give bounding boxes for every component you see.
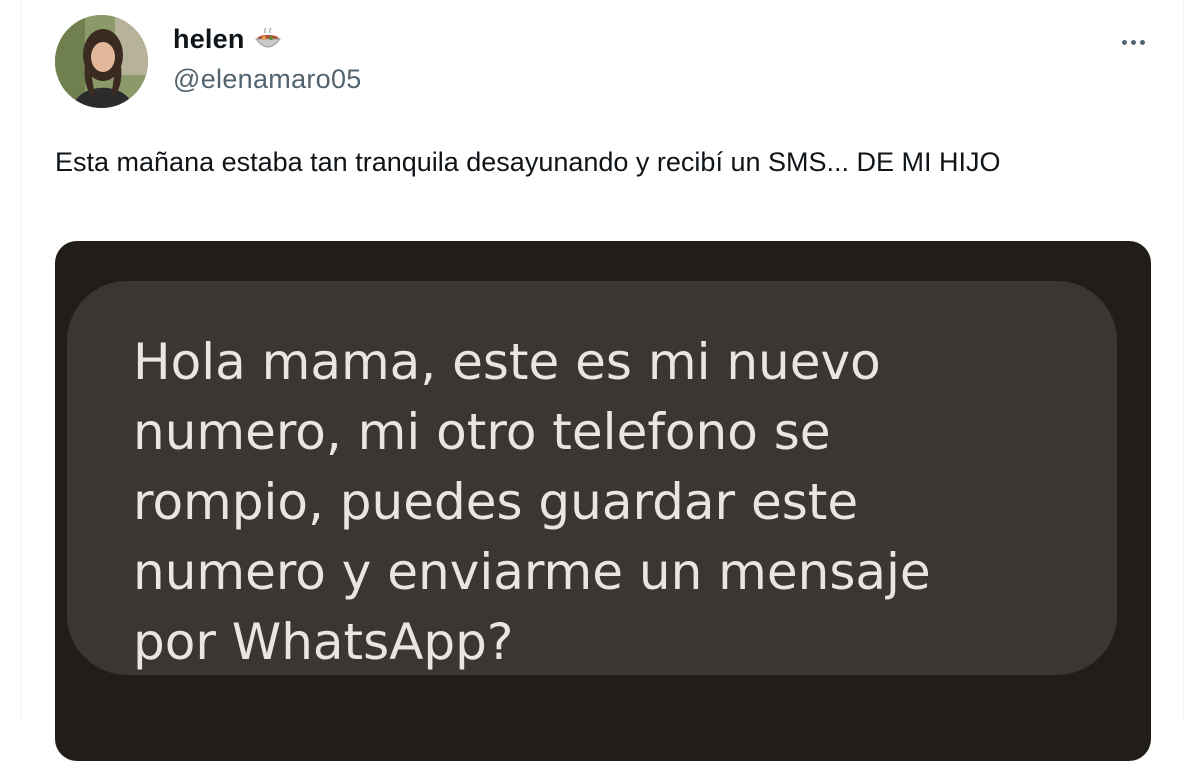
display-name[interactable]: helen xyxy=(173,24,245,55)
more-horizontal-icon xyxy=(1121,39,1127,45)
tweet-media-image[interactable]: Hola mama, este es mi nuevo numero, mi o… xyxy=(55,241,1151,761)
avatar-photo xyxy=(55,15,148,108)
tweet-text: Esta mañana estaba tan tranquila desayun… xyxy=(55,147,1001,177)
more-options-button[interactable] xyxy=(1113,28,1153,56)
stew-bowl-icon xyxy=(253,25,283,55)
author-handle[interactable]: @elenamaro05 xyxy=(173,64,362,95)
sms-message-bubble: Hola mama, este es mi nuevo numero, mi o… xyxy=(67,281,1117,675)
sms-message-text: Hola mama, este es mi nuevo numero, mi o… xyxy=(133,333,931,671)
avatar[interactable] xyxy=(55,15,148,108)
more-dot xyxy=(1139,39,1145,45)
tweet-card[interactable]: helen @elenamaro05 Esta mañana estaba ta… xyxy=(20,0,1184,761)
more-dot xyxy=(1130,39,1136,45)
author-name-row[interactable]: helen xyxy=(173,24,283,55)
